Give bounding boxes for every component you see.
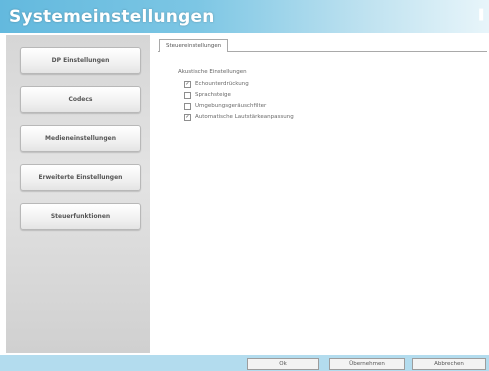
checkbox-unchecked-icon[interactable]: [184, 91, 191, 99]
sidebar-item-advanced-settings[interactable]: Erweiterte Einstellungen: [20, 164, 141, 191]
window-corner-icon: ▌: [479, 10, 487, 21]
sidebar-item-codecs[interactable]: Codecs: [20, 86, 141, 113]
option-speech-boost[interactable]: Sprachsteige: [184, 91, 231, 99]
sidebar-item-media-settings[interactable]: Medieneinstellungen: [20, 125, 141, 152]
checkbox-checked-icon[interactable]: ✓: [184, 80, 191, 88]
apply-button[interactable]: Übernehmen: [329, 358, 405, 370]
checkbox-unchecked-icon[interactable]: [184, 102, 191, 110]
window-title: Systemeinstellungen: [9, 7, 215, 27]
sidebar: DP Einstellungen Codecs Medieneinstellun…: [6, 35, 150, 353]
checkbox-checked-icon[interactable]: ✓: [184, 113, 191, 121]
option-label: Automatische Lautstärkeanpassung: [195, 114, 294, 120]
tab-panel: Akustische Einstellungen ✓ Echounterdrüc…: [158, 51, 487, 352]
option-label: Sprachsteige: [195, 92, 231, 98]
footer-bar: Ok Übernehmen Abbrechen: [0, 355, 489, 371]
option-label: Umgebungsgeräuschfilter: [195, 103, 267, 109]
option-echo-cancellation[interactable]: ✓ Echounterdrückung: [184, 80, 249, 88]
main-panel: Steuereinstellungen Akustische Einstellu…: [156, 35, 489, 353]
option-auto-volume[interactable]: ✓ Automatische Lautstärkeanpassung: [184, 113, 294, 121]
sidebar-item-control-functions[interactable]: Steuerfunktionen: [20, 203, 141, 230]
option-noise-filter[interactable]: Umgebungsgeräuschfilter: [184, 102, 266, 110]
ok-button[interactable]: Ok: [247, 358, 319, 370]
group-heading: Akustische Einstellungen: [178, 69, 247, 75]
sidebar-item-dp-settings[interactable]: DP Einstellungen: [20, 47, 141, 74]
tab-control-settings[interactable]: Steuereinstellungen: [159, 39, 229, 52]
option-label: Echounterdrückung: [195, 81, 249, 87]
cancel-button[interactable]: Abbrechen: [412, 358, 486, 370]
title-bar: Systemeinstellungen ▌: [0, 0, 489, 33]
